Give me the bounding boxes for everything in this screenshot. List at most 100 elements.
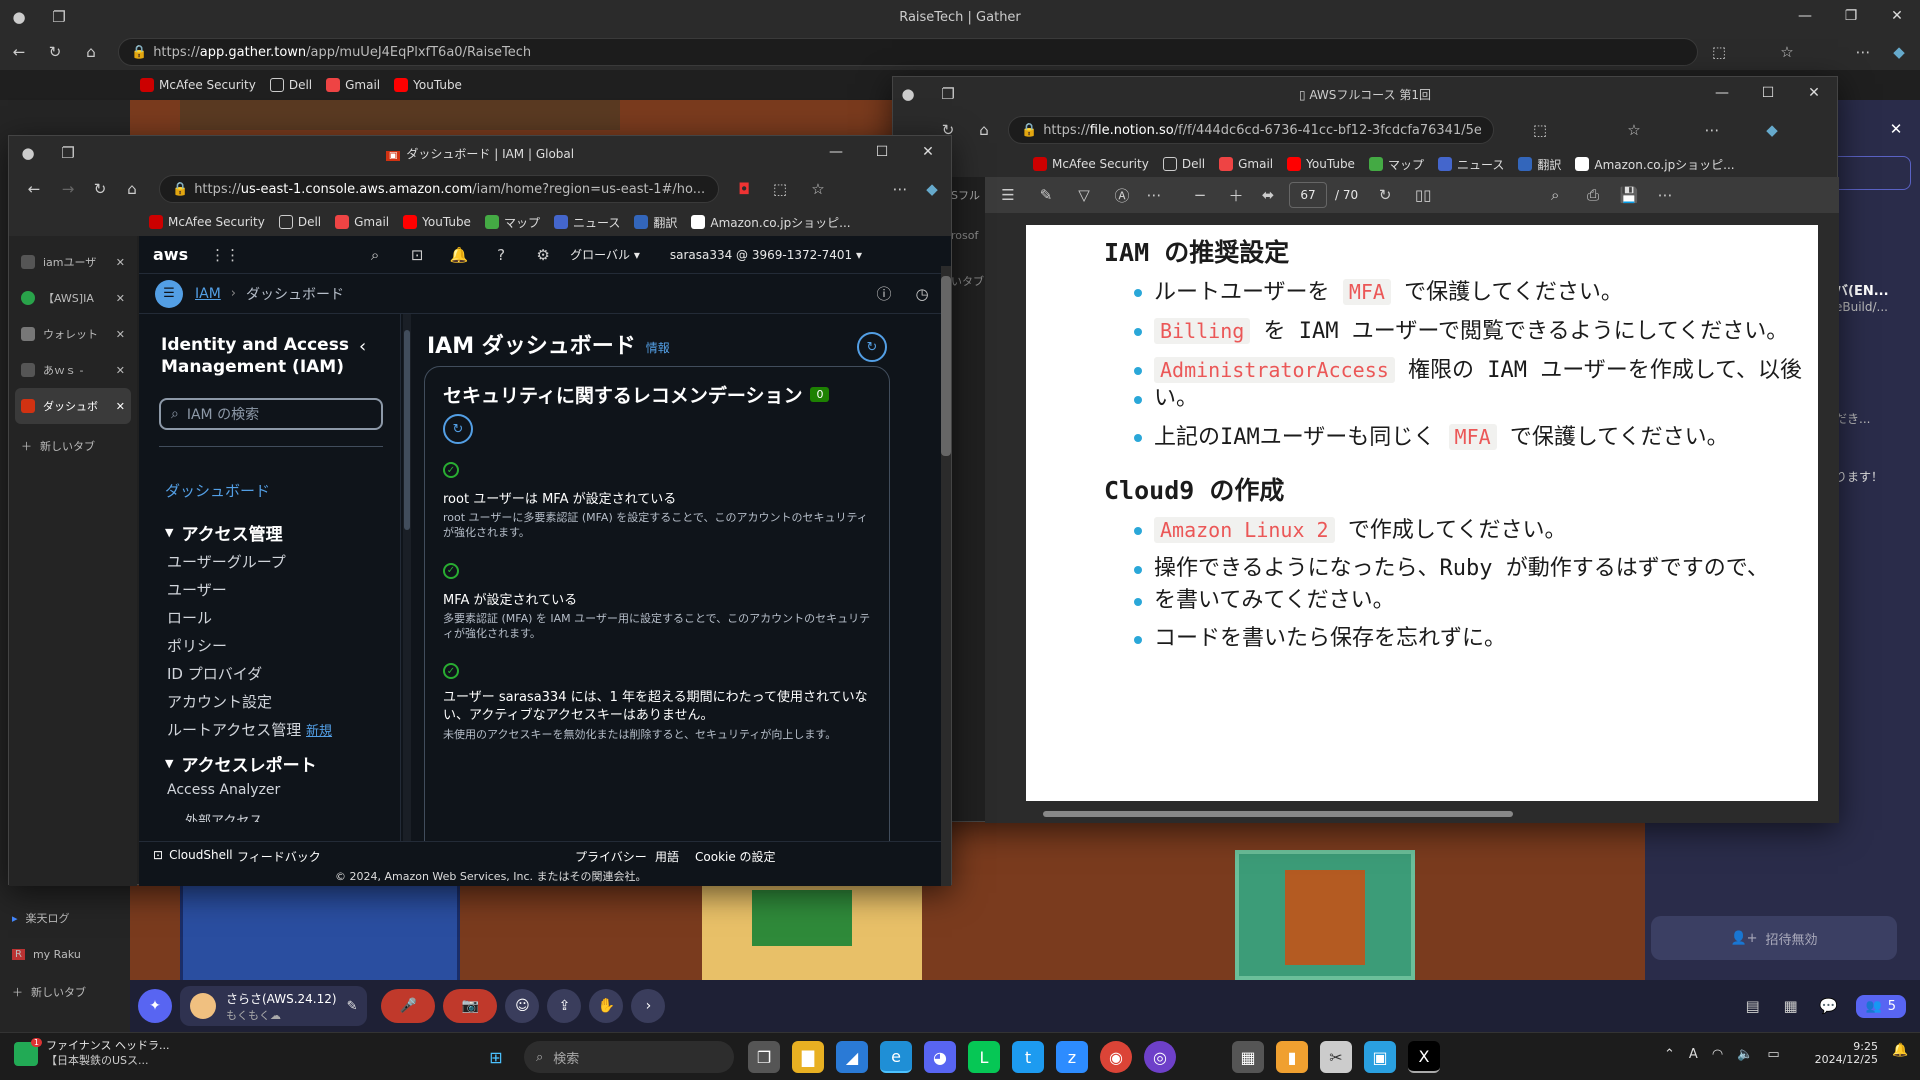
- print-icon[interactable]: ⎙: [1582, 184, 1604, 206]
- draw-icon[interactable]: ✎: [1035, 184, 1057, 206]
- nav-identity-providers[interactable]: ID プロバイダ: [167, 663, 401, 685]
- nav-roles[interactable]: ロール: [167, 607, 401, 629]
- back-icon[interactable]: ←: [23, 178, 45, 200]
- screenshare-button[interactable]: ⇪: [547, 989, 582, 1023]
- breadcrumb-iam[interactable]: IAM: [195, 286, 221, 302]
- zoom-out-icon[interactable]: −: [1189, 184, 1211, 206]
- fav-translate[interactable]: 翻訳: [1518, 156, 1561, 173]
- extensions-icon[interactable]: ⬚: [1529, 119, 1551, 141]
- more-button[interactable]: ›: [631, 989, 666, 1023]
- news-widget[interactable]: 1 ファイナンス ヘッドラ... 【日本製鉄のUSス...: [14, 1037, 170, 1069]
- tab-wallet[interactable]: ウォレット ✕: [9, 316, 137, 352]
- extensions-icon[interactable]: ⬚: [769, 178, 791, 200]
- vscode-icon[interactable]: ◢: [836, 1041, 868, 1073]
- gather-url-field[interactable]: 🔒 https://app.gather.town/app/muUeJ4EqPlx…: [118, 38, 1698, 66]
- home-icon[interactable]: ⌂: [80, 41, 102, 63]
- fav-amazon[interactable]: Amazon.co.jpショッピ...: [1575, 156, 1735, 173]
- fav-dell[interactable]: Dell: [1162, 157, 1205, 171]
- rotate-icon[interactable]: ↻: [1374, 184, 1396, 206]
- nav-policies[interactable]: ポリシー: [167, 635, 401, 657]
- ime-icon[interactable]: A: [1689, 1047, 1698, 1062]
- favorites-icon[interactable]: ☆: [1623, 119, 1645, 141]
- extensions-icon[interactable]: ⬚: [1708, 41, 1730, 63]
- zoom-icon[interactable]: z: [1056, 1041, 1088, 1073]
- refresh-icon[interactable]: ↻: [44, 41, 66, 63]
- forward-icon[interactable]: →: [57, 178, 79, 200]
- fav-youtube[interactable]: YouTube: [403, 215, 471, 229]
- help-icon[interactable]: ?: [490, 244, 512, 266]
- fav-amazon[interactable]: Amazon.co.jpショッピ...: [691, 214, 851, 231]
- tab-dashboard[interactable]: ダッシュボ ✕: [15, 388, 131, 424]
- new-tab-button[interactable]: ＋新しいタブ: [9, 428, 137, 464]
- taskbar-search[interactable]: ⌕ 検索: [524, 1041, 734, 1073]
- notion-url-field[interactable]: 🔒 https://file.notion.so/f/f/444dc6cd-673…: [1008, 116, 1494, 144]
- fav-dell[interactable]: Dell: [278, 215, 321, 229]
- favorites-icon[interactable]: ☆: [1776, 41, 1798, 63]
- collapse-nav-icon[interactable]: ‹: [359, 336, 366, 357]
- store-icon[interactable]: ▣: [1364, 1041, 1396, 1073]
- camera-toggle[interactable]: 📷: [443, 989, 498, 1023]
- region-selector[interactable]: グローバル ▾: [570, 246, 640, 263]
- calendar-icon[interactable]: ▦: [1780, 995, 1802, 1017]
- aws-logo[interactable]: aws: [153, 245, 188, 264]
- side-tab-3[interactable]: いタブ: [951, 273, 984, 289]
- nav-external-access[interactable]: 外部アクセス: [185, 810, 401, 822]
- new-tab-button[interactable]: ＋新しいタブ: [0, 974, 98, 1010]
- tab-aws-search[interactable]: あｗｓ - ✕: [9, 352, 137, 388]
- user-card[interactable]: さらさ(AWS.24.12) もくもく☁ ✎: [180, 986, 368, 1026]
- invite-disabled-button[interactable]: 👤+ 招待無効: [1651, 916, 1897, 960]
- emoji-button[interactable]: ☺: [505, 989, 540, 1023]
- restore-button[interactable]: ❐: [1828, 0, 1874, 32]
- favorites-icon[interactable]: ☆: [807, 178, 829, 200]
- more-tools-icon[interactable]: ⋯: [1143, 184, 1165, 206]
- hand-raise-button[interactable]: ✋: [589, 989, 624, 1023]
- nav-user-groups[interactable]: ユーザーグループ: [167, 551, 401, 573]
- more-icon[interactable]: ⋯: [1852, 41, 1874, 63]
- fav-translate[interactable]: 翻訳: [634, 214, 677, 231]
- back-icon[interactable]: ←: [8, 41, 30, 63]
- page-number-input[interactable]: 67: [1289, 182, 1327, 208]
- fav-mcafee[interactable]: McAfee Security: [1033, 157, 1149, 171]
- snipping-icon[interactable]: ✂: [1320, 1041, 1352, 1073]
- battery-icon[interactable]: ▭: [1767, 1047, 1779, 1062]
- twitter-icon[interactable]: t: [1012, 1041, 1044, 1073]
- fav-youtube[interactable]: YouTube: [1287, 157, 1355, 171]
- map-icon[interactable]: ▤: [1742, 995, 1764, 1017]
- iam-search-input[interactable]: ⌕ IAM の検索: [159, 398, 383, 430]
- home-icon[interactable]: ⌂: [973, 119, 995, 141]
- clock[interactable]: 9:25 2024/12/25: [1808, 1040, 1878, 1066]
- wifi-icon[interactable]: ◠: [1712, 1047, 1723, 1062]
- page-view-icon[interactable]: ▯▯: [1412, 184, 1434, 206]
- save-icon[interactable]: 💾: [1618, 184, 1640, 206]
- contents-icon[interactable]: ☰: [997, 184, 1019, 206]
- close-button[interactable]: ✕: [1791, 77, 1837, 109]
- line-icon[interactable]: L: [968, 1041, 1000, 1073]
- refresh-icon[interactable]: ↻: [857, 332, 887, 362]
- nav-dashboard[interactable]: ダッシュボード: [165, 480, 270, 501]
- discord-icon[interactable]: ◕: [924, 1041, 956, 1073]
- fav-news[interactable]: ニュース: [1437, 156, 1504, 173]
- edit-icon[interactable]: ✎: [347, 999, 358, 1014]
- chrome-icon[interactable]: ◉: [1100, 1041, 1132, 1073]
- tab-iam-user[interactable]: iamユーザ ✕: [9, 244, 137, 280]
- tab-my-rakuten[interactable]: Rmy Raku: [0, 936, 93, 972]
- tab-aws-iam[interactable]: 【AWS]IA ✕: [9, 280, 137, 316]
- fav-youtube[interactable]: YouTube: [394, 78, 462, 92]
- copilot-icon[interactable]: ◆: [1888, 41, 1910, 63]
- notes-icon[interactable]: ▮: [1276, 1041, 1308, 1073]
- gear-icon[interactable]: ⚙: [532, 244, 554, 266]
- card-refresh-icon[interactable]: ↻: [443, 414, 473, 444]
- minimize-button[interactable]: —: [1782, 0, 1828, 32]
- maximize-button[interactable]: ☐: [859, 136, 905, 168]
- copilot-icon[interactable]: ◆: [1761, 119, 1783, 141]
- pocket-icon[interactable]: ◘: [733, 178, 755, 200]
- edge-icon[interactable]: e: [880, 1041, 912, 1073]
- chat-icon[interactable]: 💬: [1818, 995, 1840, 1017]
- nav-account-settings[interactable]: アカウント設定: [167, 691, 401, 713]
- task-view-icon[interactable]: ❐: [748, 1041, 780, 1073]
- pdf-search-icon[interactable]: ⌕: [1544, 184, 1566, 206]
- fav-gmail[interactable]: Gmail: [335, 215, 389, 229]
- mic-toggle[interactable]: 🎤: [381, 989, 436, 1023]
- menu-icon[interactable]: ☰: [155, 279, 183, 308]
- maximize-button[interactable]: ☐: [1745, 77, 1791, 109]
